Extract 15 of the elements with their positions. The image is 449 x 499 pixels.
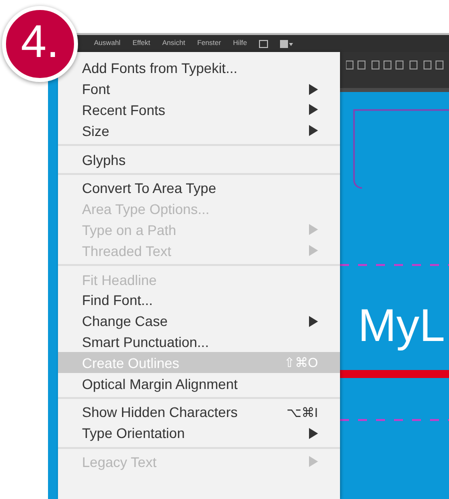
window-icon[interactable] xyxy=(258,40,268,48)
menu-item[interactable]: Find Font... xyxy=(58,290,340,311)
menu-item[interactable]: Show Hidden Characters ⌥⌘I xyxy=(58,402,340,423)
menu-item[interactable]: Glyphs xyxy=(58,149,340,170)
menu-item[interactable]: Add Fonts from Typekit... xyxy=(80,58,340,79)
menu-item[interactable]: Type Orientation xyxy=(58,422,340,444)
menu-item[interactable]: Recent Fonts xyxy=(80,100,340,120)
menu-item[interactable]: Size xyxy=(80,120,340,142)
menu-item[interactable]: Change Case xyxy=(58,310,340,332)
menu-item[interactable]: Optical Margin Alignment xyxy=(58,373,340,394)
menu-item[interactable]: Font xyxy=(80,78,340,100)
menu-item[interactable]: Convert To Area Type xyxy=(58,178,340,199)
layout-icon[interactable] xyxy=(280,40,293,48)
canvas-text: MyL xyxy=(358,302,445,348)
menu-item[interactable]: Smart Punctuation... xyxy=(58,332,340,352)
